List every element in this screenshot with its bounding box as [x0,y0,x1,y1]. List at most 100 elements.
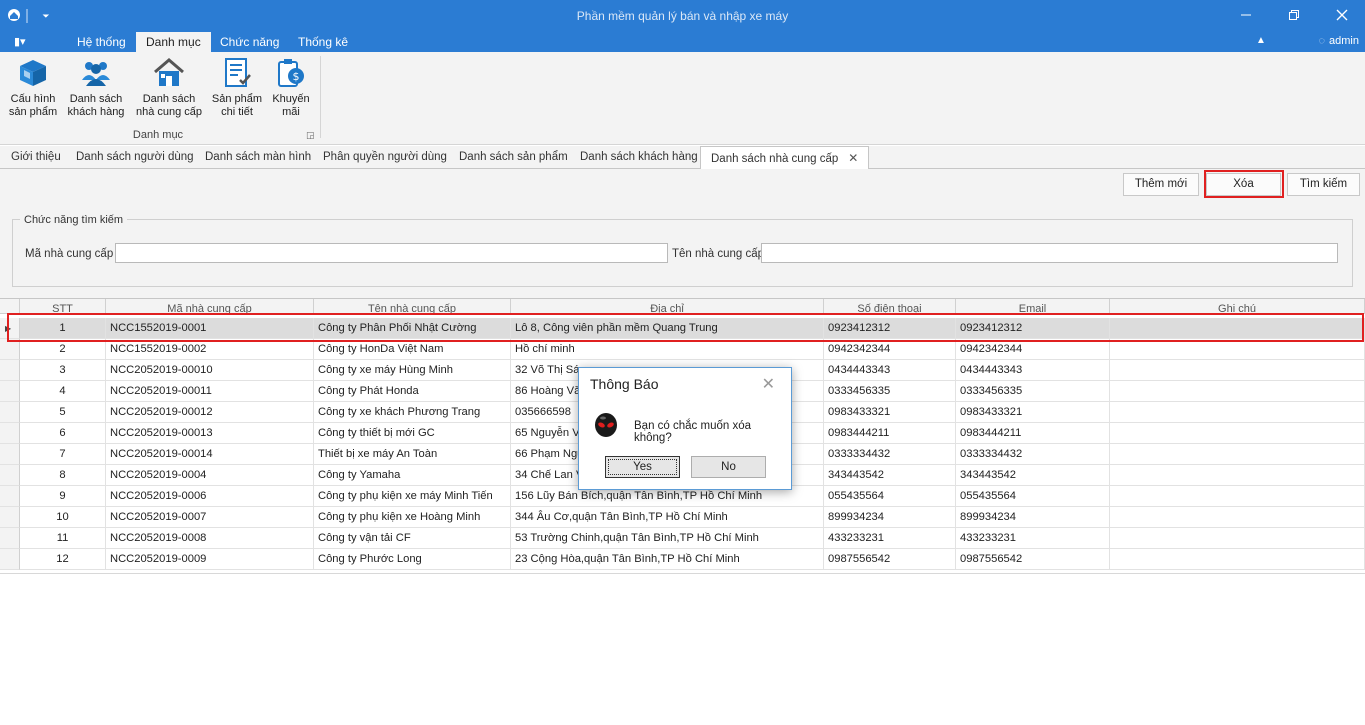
search-button[interactable]: Tìm kiếm [1287,173,1360,196]
cell-phone[interactable]: 433233231 [824,528,956,549]
cell-address[interactable]: 23 Cộng Hòa,quận Tân Bình,TP Hồ Chí Minh [511,549,824,570]
cell-phone[interactable]: 0983444211 [824,423,956,444]
cell-supplier-name[interactable]: Công ty Yamaha [314,465,511,486]
cell-phone[interactable]: 055435564 [824,486,956,507]
table-row[interactable]: 2 NCC1552019-0002 Công ty HonDa Việt Nam Hồ… [0,339,1365,360]
cell-phone[interactable]: 0983433321 [824,402,956,423]
tab-he-thong[interactable]: Hệ thống [67,32,136,52]
row-indicator[interactable] [0,423,20,444]
table-row[interactable]: 12 NCC2052019-0009 Công ty Phước Long 23 Cộ… [0,549,1365,570]
cell-stt[interactable]: 2 [20,339,106,360]
cell-supplier-code[interactable]: NCC2052019-0008 [106,528,314,549]
cell-note[interactable] [1110,507,1365,528]
cell-supplier-name[interactable]: Công ty Phước Long [314,549,511,570]
cell-email[interactable]: 899934234 [956,507,1110,528]
header-supplier-name[interactable]: Tên nhà cung cấp [314,299,511,313]
row-indicator[interactable] [0,507,20,528]
cell-supplier-code[interactable]: NCC1552019-0002 [106,339,314,360]
header-supplier-code[interactable]: Mã nhà cung cấp [106,299,314,313]
cau-hinh-san-pham-button[interactable]: Cấu hình sản phẩm [6,56,60,119]
cell-email[interactable]: 055435564 [956,486,1110,507]
cell-address[interactable]: Hồ chí minh [511,339,824,360]
cell-supplier-code[interactable]: NCC2052019-00011 [106,381,314,402]
row-indicator[interactable] [0,486,20,507]
cell-phone[interactable]: 899934234 [824,507,956,528]
header-phone[interactable]: Số điện thoại [824,299,956,313]
cell-stt[interactable]: 4 [20,381,106,402]
cell-phone[interactable]: 343443542 [824,465,956,486]
cell-supplier-name[interactable]: Công ty phụ kiện xe Hoàng Minh [314,507,511,528]
cell-stt[interactable]: 3 [20,360,106,381]
cell-email[interactable]: 0434443343 [956,360,1110,381]
tab-danh-muc[interactable]: Danh mục [136,32,211,52]
cell-supplier-code[interactable]: NCC2052019-0007 [106,507,314,528]
row-indicator[interactable] [0,444,20,465]
row-indicator[interactable] [0,360,20,381]
cell-note[interactable] [1110,360,1365,381]
row-indicator[interactable] [0,381,20,402]
cell-supplier-name[interactable]: Thiết bị xe máy An Toàn [314,444,511,465]
row-indicator[interactable] [0,549,20,570]
san-pham-chi-tiet-button[interactable]: Sản phẩm chi tiết [210,56,264,119]
restore-icon[interactable] [1284,6,1304,26]
header-note[interactable]: Ghi chú [1110,299,1365,313]
cell-supplier-name[interactable]: Công ty vận tải CF [314,528,511,549]
doc-tab-phan-quyen-nguoi-dung[interactable]: Phân quyền người dùng [313,146,457,169]
cell-address[interactable]: 344 Âu Cơ,quận Tân Bình,TP Hồ Chí Minh [511,507,824,528]
cell-stt[interactable]: 5 [20,402,106,423]
tab-chuc-nang[interactable]: Chức năng [210,32,289,52]
cell-supplier-code[interactable]: NCC2052019-0004 [106,465,314,486]
ribbon-collapse-icon[interactable]: ▲ [1256,35,1266,46]
cell-stt[interactable]: 7 [20,444,106,465]
cell-phone[interactable]: 0987556542 [824,549,956,570]
row-indicator[interactable] [0,465,20,486]
cell-stt[interactable]: 8 [20,465,106,486]
cell-note[interactable] [1110,465,1365,486]
table-row[interactable]: 11 NCC2052019-0008 Công ty vận tải CF 53 Tr… [0,528,1365,549]
cell-supplier-code[interactable]: NCC2052019-00013 [106,423,314,444]
doc-tab-danh-sach-nha-cung-cap[interactable]: Danh sách nhà cung cấp ✕ [700,146,870,170]
cell-email[interactable]: 0333456335 [956,381,1110,402]
header-email[interactable]: Email [956,299,1110,313]
cell-note[interactable] [1110,549,1365,570]
cell-address[interactable]: 53 Trường Chinh,quận Tân Bình,TP Hồ Chí … [511,528,824,549]
cell-note[interactable] [1110,339,1365,360]
dialog-no-button[interactable]: No [691,456,766,478]
close-icon[interactable] [1332,6,1352,26]
dialog-close-icon[interactable]: ✕ [762,374,775,394]
danh-sach-nha-cung-cap-button[interactable]: Danh sách nhà cung cấp [134,56,204,119]
doc-tab-danh-sach-man-hinh[interactable]: Danh sách màn hình [195,146,321,169]
cell-stt[interactable]: 9 [20,486,106,507]
cell-phone[interactable]: 0333456335 [824,381,956,402]
file-menu-button[interactable]: ▮▾ [14,35,44,50]
cell-stt[interactable]: 10 [20,507,106,528]
doc-tab-danh-sach-nguoi-dung[interactable]: Danh sách người dùng [66,146,204,169]
header-address[interactable]: Địa chỉ [511,299,824,313]
cell-supplier-name[interactable]: Công ty thiết bị mới GC [314,423,511,444]
cell-supplier-name[interactable]: Công ty xe máy Hùng Minh [314,360,511,381]
cell-email[interactable]: 0987556542 [956,549,1110,570]
cell-email[interactable]: 0333334432 [956,444,1110,465]
cell-supplier-code[interactable]: NCC2052019-00012 [106,402,314,423]
cell-supplier-code[interactable]: NCC2052019-0006 [106,486,314,507]
doc-tab-danh-sach-san-pham[interactable]: Danh sách sản phẩm [449,146,578,169]
cell-supplier-code[interactable]: NCC2052019-00014 [106,444,314,465]
cell-supplier-name[interactable]: Công ty xe khách Phương Trang [314,402,511,423]
cell-supplier-name[interactable]: Công ty HonDa Việt Nam [314,339,511,360]
cell-note[interactable] [1110,486,1365,507]
cell-supplier-code[interactable]: NCC2052019-0009 [106,549,314,570]
cell-email[interactable]: 0983433321 [956,402,1110,423]
cell-note[interactable] [1110,528,1365,549]
cell-note[interactable] [1110,444,1365,465]
cell-stt[interactable]: 6 [20,423,106,444]
cell-stt[interactable]: 12 [20,549,106,570]
cell-email[interactable]: 343443542 [956,465,1110,486]
cell-email[interactable]: 0942342344 [956,339,1110,360]
supplier-code-input[interactable] [115,243,668,263]
tab-thong-ke[interactable]: Thống kê [288,32,358,52]
cell-stt[interactable]: 11 [20,528,106,549]
cell-note[interactable] [1110,381,1365,402]
danh-sach-khach-hang-button[interactable]: Danh sách khách hàng [64,56,128,119]
cell-note[interactable] [1110,402,1365,423]
header-stt[interactable]: STT [20,299,106,313]
